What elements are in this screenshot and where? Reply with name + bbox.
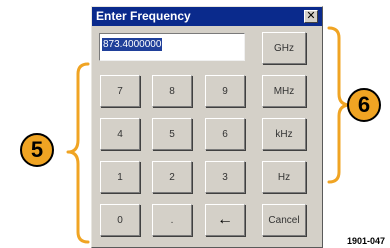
- keypad-bracket: [66, 62, 90, 244]
- backspace-button[interactable]: ←: [205, 204, 245, 236]
- khz-button[interactable]: kHz: [262, 118, 306, 150]
- key-decimal-label: .: [170, 214, 174, 226]
- cancel-label: Cancel: [268, 214, 300, 226]
- key-decimal-point[interactable]: .: [152, 204, 192, 236]
- key-2-label: 2: [169, 171, 175, 183]
- key-0-label: 0: [117, 214, 123, 226]
- key-1-label: 1: [117, 171, 123, 183]
- key-8-label: 8: [169, 85, 175, 97]
- key-0[interactable]: 0: [100, 204, 140, 236]
- khz-label: kHz: [275, 128, 293, 140]
- callout-units: 6: [347, 88, 381, 122]
- key-5-label: 5: [169, 128, 175, 140]
- callout-keypad: 5: [20, 133, 54, 167]
- close-button[interactable]: ✕: [304, 9, 318, 23]
- hz-button[interactable]: Hz: [262, 161, 306, 193]
- dialog-title: Enter Frequency: [96, 9, 191, 23]
- figure-id: 1901-047: [347, 236, 386, 246]
- key-6[interactable]: 6: [205, 118, 245, 150]
- key-2[interactable]: 2: [152, 161, 192, 193]
- key-4-label: 4: [117, 128, 123, 140]
- close-icon: ✕: [306, 9, 316, 22]
- key-3-label: 3: [222, 171, 228, 183]
- left-arrow-icon: ←: [217, 211, 233, 228]
- enter-frequency-dialog: Enter Frequency ✕ 873.4000000 GHz MHz kH…: [91, 6, 323, 248]
- key-7-label: 7: [117, 85, 123, 97]
- key-9-label: 9: [222, 85, 228, 97]
- key-5[interactable]: 5: [152, 118, 192, 150]
- key-3[interactable]: 3: [205, 161, 245, 193]
- ghz-label: GHz: [274, 42, 294, 54]
- frequency-value: 873.4000000: [102, 38, 163, 51]
- cancel-button[interactable]: Cancel: [262, 204, 306, 236]
- key-7[interactable]: 7: [100, 75, 140, 107]
- frequency-input[interactable]: 873.4000000: [99, 33, 245, 61]
- title-bar: Enter Frequency ✕: [92, 7, 322, 26]
- key-4[interactable]: 4: [100, 118, 140, 150]
- key-9[interactable]: 9: [205, 75, 245, 107]
- key-6-label: 6: [222, 128, 228, 140]
- mhz-label: MHz: [273, 85, 295, 97]
- mhz-button[interactable]: MHz: [262, 75, 306, 107]
- hz-label: Hz: [277, 171, 291, 183]
- key-8[interactable]: 8: [152, 75, 192, 107]
- ghz-button[interactable]: GHz: [262, 32, 306, 64]
- key-1[interactable]: 1: [100, 161, 140, 193]
